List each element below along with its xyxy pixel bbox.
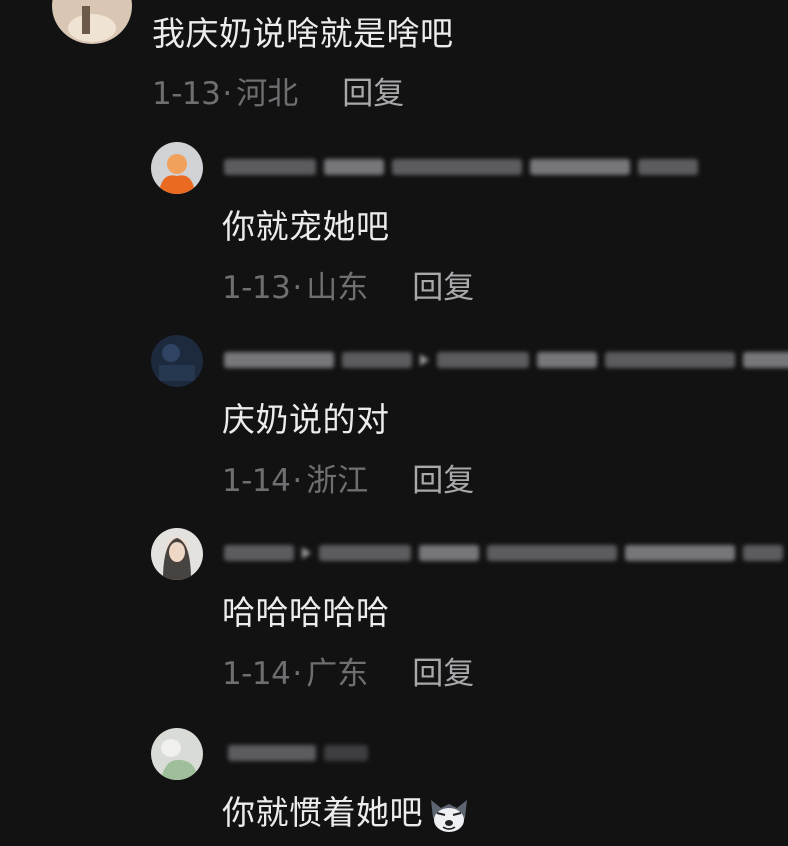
reply-button[interactable]: 回复 — [412, 270, 474, 306]
reply-text: 你就惯着她吧 — [222, 793, 471, 834]
comment-location: 广东 — [306, 656, 369, 692]
top-comment-meta: 1-13 · 河北 回复 — [152, 76, 404, 112]
reply-text: 哈哈哈哈哈 — [222, 593, 390, 632]
meta-separator: · — [292, 463, 303, 499]
reply-meta: 1-14 · 浙江 回复 — [222, 463, 474, 499]
reply-button[interactable]: 回复 — [412, 463, 474, 499]
meta-separator: · — [222, 76, 233, 112]
comment-thread-screen: 我庆奶说啥就是啥吧 1-13 · 河北 回复 你就宠她吧 1-13 · 山东 回… — [0, 0, 788, 846]
reply-button[interactable]: 回复 — [342, 76, 404, 112]
reply-username-blurred — [228, 742, 368, 764]
reply-avatar[interactable] — [151, 528, 203, 580]
reply-text-content: 你就惯着她吧 — [222, 793, 423, 832]
comment-date: 1-13 — [152, 76, 221, 112]
reply-avatar[interactable] — [151, 728, 203, 780]
comment-location: 山东 — [306, 270, 369, 306]
meta-separator: · — [292, 270, 303, 306]
comment-location: 河北 — [236, 76, 299, 112]
reply-username-blurred — [224, 542, 783, 564]
reply-username-blurred — [224, 349, 788, 371]
reply-username-blurred — [224, 156, 698, 178]
husky-emoji-icon — [427, 796, 471, 834]
reply-avatar[interactable] — [151, 335, 203, 387]
comment-location: 浙江 — [306, 463, 369, 499]
comment-date: 1-13 — [222, 270, 291, 306]
comment-date: 1-14 — [222, 463, 291, 499]
reply-button[interactable]: 回复 — [412, 656, 474, 692]
top-comment-avatar[interactable] — [52, 0, 132, 44]
meta-separator: · — [292, 656, 303, 692]
reply-meta: 1-13 · 山东 回复 — [222, 270, 474, 306]
reply-meta: 1-14 · 广东 回复 — [222, 656, 474, 692]
reply-text: 你就宠她吧 — [222, 207, 390, 246]
reply-avatar[interactable] — [151, 142, 203, 194]
comment-date: 1-14 — [222, 656, 291, 692]
reply-text: 庆奶说的对 — [222, 400, 390, 439]
top-comment-text: 我庆奶说啥就是啥吧 — [152, 14, 454, 53]
